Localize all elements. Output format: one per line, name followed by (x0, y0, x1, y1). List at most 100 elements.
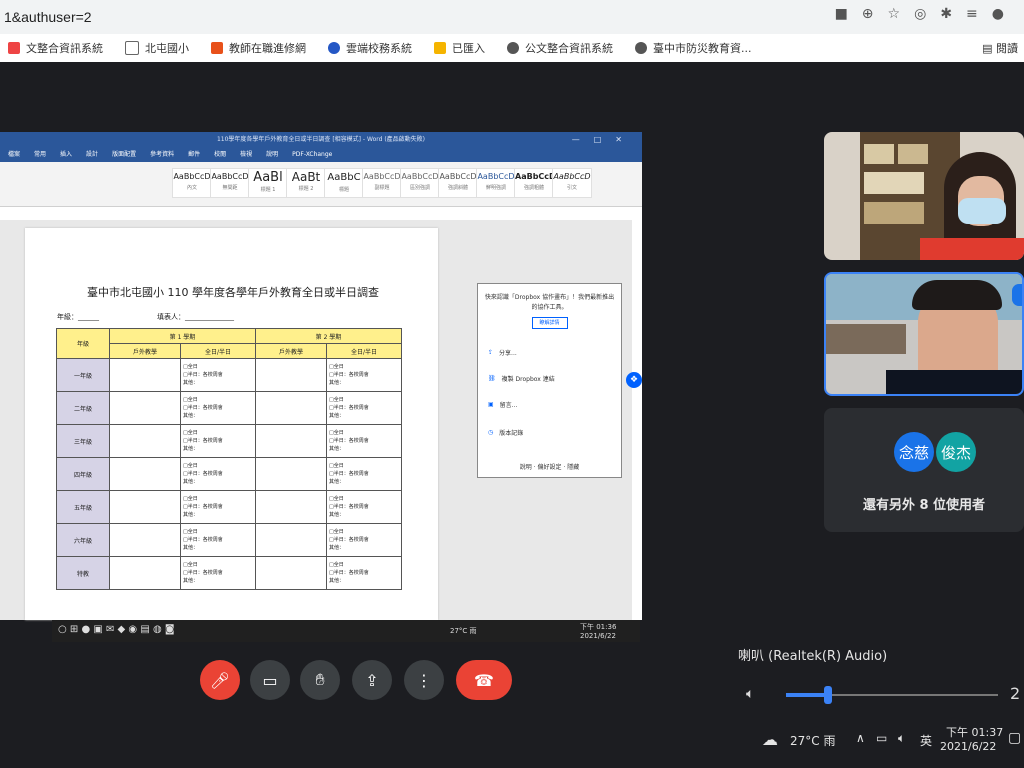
table-row: 四年級 □全日 □半日：各校周會 其他： □全日 □半日：各校周會 其他： (56, 457, 402, 491)
style-option[interactable]: AaBbCcD 無間距 (210, 168, 250, 198)
document-page[interactable]: 臺中市北屯國小 110 學年度各學年戶外教育全日或半日調查 年級：______ … (25, 228, 438, 620)
option-cell: □全日 □半日：各校周會 其他： (326, 556, 402, 590)
red-jacket (920, 238, 1024, 260)
dropbox-learn-button[interactable]: 瞭解詳情 (531, 317, 568, 329)
extensions-icon[interactable]: ✱ (940, 6, 952, 22)
table-cell (109, 490, 181, 524)
dropbox-copy-link-item[interactable]: ⛓ 複製 Dropbox 連結 (488, 374, 555, 383)
style-option[interactable]: AaBl 標題 1 (248, 168, 288, 198)
notification-icon[interactable]: ▢ (1008, 730, 1021, 746)
camera-icon[interactable]: ■ (835, 6, 848, 22)
mic-off-icon: 🎤︎ (209, 670, 231, 690)
chevron-up-icon[interactable]: ∧ (856, 731, 865, 745)
style-option[interactable]: AaBbCcD 強調粗體 (514, 168, 556, 198)
globe-icon (635, 42, 647, 54)
table-header-grade: 年級 (56, 328, 110, 359)
more-options-button[interactable]: ⋮ (404, 660, 444, 700)
table-row: 三年級 □全日 □半日：各校周會 其他： □全日 □半日：各校周會 其他： (56, 424, 402, 458)
option-cell: □全日 □半日：各校周會 其他： (326, 391, 402, 425)
menu-item[interactable]: 檔案 (8, 148, 20, 162)
dropbox-badge-icon[interactable]: ❖ (626, 372, 642, 388)
table-row: 一年級 □全日 □半日：各校周會 其他： □全日 □半日：各校周會 其他： (56, 358, 402, 392)
more-participants-tile[interactable]: 念慈 俊杰 還有另外 8 位使用者 (824, 408, 1024, 532)
tray-time[interactable]: 下午 01:37 (946, 724, 1003, 740)
style-option[interactable]: AaBbCcD 內文 (172, 168, 212, 198)
table-row: 六年級 □全日 □半日：各校周會 其他： □全日 □半日：各校周會 其他： (56, 523, 402, 557)
comment-icon: ▣ (488, 401, 494, 408)
grade-field: 年級：______ (57, 313, 99, 321)
style-option[interactable]: AaBbCcD 副標題 (362, 168, 402, 198)
bookmark-item[interactable]: 文整合資訊系統 (8, 40, 103, 56)
menu-item[interactable]: 檢視 (240, 148, 252, 162)
option-cell: □全日 □半日：各校周會 其他： (180, 457, 256, 491)
books (864, 172, 924, 194)
star-icon[interactable]: ☆ (888, 6, 901, 22)
participant-tile[interactable] (824, 132, 1024, 260)
dropbox-share-item[interactable]: ⇪ 分享... (488, 348, 517, 357)
folder-icon (434, 42, 446, 54)
table-cell (255, 523, 327, 557)
camera-toggle-button[interactable]: ▭ (250, 660, 290, 700)
participant-hair (912, 280, 1002, 310)
row-label: 二年級 (56, 391, 110, 425)
menu-item[interactable]: 說明 (266, 148, 278, 162)
menu-item[interactable]: 常用 (34, 148, 46, 162)
style-option[interactable]: AaBbCcD 強調斜體 (438, 168, 478, 198)
table-cell (109, 457, 181, 491)
menu-item[interactable]: PDF-XChange (292, 148, 332, 162)
hand-icon: ✋︎ (315, 670, 325, 689)
bookmark-item[interactable]: 公文整合資訊系統 (507, 40, 613, 56)
style-option[interactable]: AaBbCcD 區別強調 (400, 168, 440, 198)
bookmark-item[interactable]: 臺中市防災教育資... (635, 40, 752, 56)
reading-list[interactable]: ▤ 閱讀 (982, 40, 1018, 56)
tray-date[interactable]: 2021/6/22 (940, 740, 996, 753)
volume-slider-thumb[interactable] (824, 686, 833, 704)
bookmark-item[interactable]: 教師在職進修網 (211, 40, 306, 56)
menu-item[interactable]: 參考資料 (150, 148, 174, 162)
option-cell: □全日 □半日：各校周會 其他： (180, 391, 256, 425)
window-controls: —□✕ (571, 135, 636, 144)
playlist-icon[interactable]: ≡ (966, 6, 978, 22)
profile-icon[interactable]: ● (992, 6, 1004, 22)
browser-address-bar[interactable]: 1&authuser=2 ■ ⊕ ☆ ◎ ✱ ≡ ● (0, 0, 1024, 34)
volume-icon[interactable]: 🔈︎ (898, 731, 905, 746)
ime-indicator[interactable]: 英 (920, 732, 932, 749)
menu-item[interactable]: 版面配置 (112, 148, 136, 162)
mic-toggle-button[interactable]: 🎤︎ (200, 660, 240, 700)
option-cell: □全日 □半日：各校周會 其他： (180, 490, 256, 524)
raise-hand-button[interactable]: ✋︎ (300, 660, 340, 700)
speaker-icon[interactable]: 🔈︎ (746, 686, 754, 702)
filler-field: 填表人：______________ (157, 313, 234, 321)
dropbox-comment-item[interactable]: ▣ 留言... (488, 400, 517, 409)
tray-weather[interactable]: 27°C 雨 (790, 732, 835, 749)
style-option[interactable]: AaBbCcD 鮮明強調 (476, 168, 516, 198)
bookmark-item[interactable]: 北屯國小 (125, 40, 189, 56)
menu-item[interactable]: 校閱 (214, 148, 226, 162)
bookmark-folder[interactable]: 已匯入 (434, 40, 485, 56)
url-text[interactable]: 1&authuser=2 (4, 9, 92, 25)
bookmark-icon (328, 42, 340, 54)
sync-icon[interactable]: ◎ (914, 6, 926, 22)
dropbox-panel: 快來認識「Dropbox 協作畫布」！我們最新推出的協作工具。 瞭解詳情 ⇪ 分享… (477, 283, 622, 478)
dropbox-history-item[interactable]: ◷ 版本記錄 (488, 428, 523, 437)
table-subheader: 全日/半日 (180, 343, 256, 359)
menu-item[interactable]: 插入 (60, 148, 72, 162)
phone-hangup-icon: ☎ (474, 670, 494, 690)
style-option[interactable]: AaBbC 標題 (324, 168, 364, 198)
zoom-icon[interactable]: ⊕ (862, 6, 874, 22)
style-option[interactable]: AaBbCcD 引文 (552, 168, 592, 198)
dropbox-intro: 快來認識「Dropbox 協作畫布」！我們最新推出的協作工具。 (484, 294, 615, 311)
participant-shirt (886, 370, 1022, 394)
network-icon[interactable]: ▭ (876, 731, 887, 745)
face-mask (958, 198, 1006, 224)
option-cell: □全日 □半日：各校周會 其他： (326, 358, 402, 392)
menu-item[interactable]: 設計 (86, 148, 98, 162)
leave-call-button[interactable]: ☎ (456, 660, 512, 700)
participant-tile-speaking[interactable] (824, 272, 1024, 396)
bookmark-item[interactable]: 雲端校務系統 (328, 40, 412, 56)
present-screen-button[interactable]: ⇪ (352, 660, 392, 700)
dropbox-footer[interactable]: 說明 · 偏好設定 · 隱藏 (478, 462, 621, 471)
menu-item[interactable]: 郵件 (188, 148, 200, 162)
taskbar-weather: 27°C 雨 (450, 627, 477, 635)
style-option[interactable]: AaBt 標題 2 (286, 168, 326, 198)
